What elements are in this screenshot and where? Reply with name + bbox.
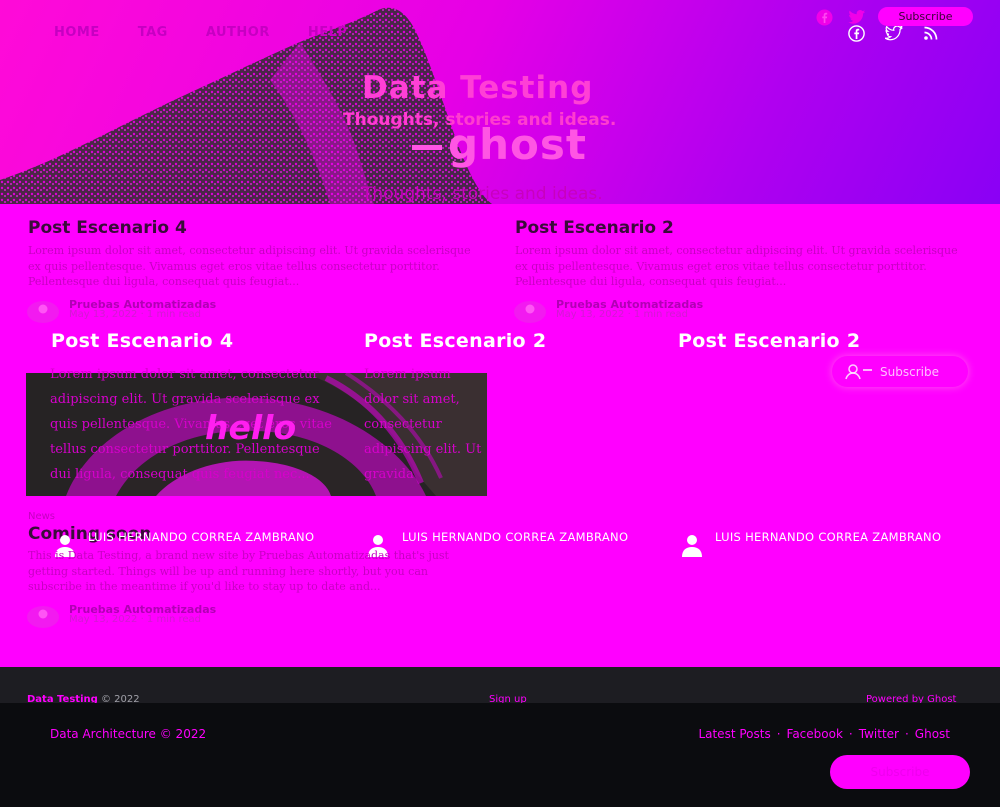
nav-home[interactable]: HOME <box>54 25 100 40</box>
rss-icon[interactable] <box>923 25 939 45</box>
overlay-author[interactable]: LUIS HERNANDO CORREA ZAMBRANO <box>402 530 628 544</box>
overlay-post-excerpt: Lorem ipsum dolor sit amet, consectetur … <box>50 367 332 482</box>
footer-link-latest-posts[interactable]: Latest Posts <box>698 727 770 741</box>
footer-dark-links: Latest Posts · Facebook · Twitter · Ghos… <box>698 727 950 741</box>
separator: · <box>776 727 781 741</box>
separator: · <box>848 727 853 741</box>
hello-text: hello <box>205 408 297 447</box>
user-icon <box>845 364 872 380</box>
site-description-secondary: Thoughts, stories and ideas. <box>362 184 603 204</box>
post-excerpt: Lorem ipsum dolor sit amet, consectetur … <box>515 244 958 288</box>
main-nav: HOME TAG AUTHOR HELP <box>54 25 347 40</box>
author-avatar[interactable] <box>26 298 60 324</box>
post-excerpt: This is Data Testing, a brand new site b… <box>28 549 449 593</box>
overlay-post-title[interactable]: Post Escenario 4 <box>51 330 233 352</box>
twitter-icon[interactable] <box>884 25 903 45</box>
site-header: HOME TAG AUTHOR HELP Subscribe Data Test… <box>0 0 1000 204</box>
author-icon <box>682 535 702 557</box>
subscribe-button-bottom[interactable]: Subscribe <box>830 755 970 789</box>
footer-link-twitter[interactable]: Twitter <box>859 727 899 741</box>
footer-link-facebook[interactable]: Facebook <box>787 727 843 741</box>
separator: · <box>904 727 909 741</box>
subscribe-bottom-label: Subscribe <box>870 765 930 779</box>
facebook-icon[interactable] <box>816 9 833 30</box>
post-meta: May 13, 2022 · 1 min read <box>69 309 202 320</box>
nav-help[interactable]: HELP <box>308 25 348 40</box>
nav-author[interactable]: AUTHOR <box>206 25 270 40</box>
author-avatar[interactable] <box>26 603 60 629</box>
post-meta: May 13, 2022 · 1 min read <box>69 614 202 625</box>
post-excerpt: Lorem ipsum dolor sit amet, consectetur … <box>28 244 471 288</box>
overlay-author[interactable]: LUIS HERNANDO CORREA ZAMBRANO <box>715 530 941 544</box>
overlay-post-title[interactable]: Post Escenario 2 <box>678 330 860 352</box>
ghost-logo: ghost <box>412 120 587 169</box>
footer-link-ghost[interactable]: Ghost <box>915 727 950 741</box>
post-title[interactable]: Post Escenario 4 <box>28 218 187 238</box>
facebook-icon[interactable] <box>848 25 865 46</box>
post-meta: May 13, 2022 · 1 min read <box>556 309 689 320</box>
overlay-author[interactable]: LUIS HERNANDO CORREA ZAMBRANO <box>88 530 314 544</box>
subscribe-floating-label: Subscribe <box>880 365 939 379</box>
nav-tag[interactable]: TAG <box>138 25 168 40</box>
footer-dark-copyright: Data Architecture © 2022 <box>50 727 207 741</box>
author-avatar[interactable] <box>513 298 547 324</box>
overlay-post-excerpt: Lorem ipsum dolor sit amet, consectetur … <box>364 367 482 482</box>
subscribe-button-top[interactable]: Subscribe <box>878 7 973 26</box>
subscribe-floating-button[interactable]: Subscribe <box>832 356 968 387</box>
overlay-post-title[interactable]: Post Escenario 2 <box>364 330 546 352</box>
post-title[interactable]: Post Escenario 2 <box>515 218 674 238</box>
post-tag[interactable]: News <box>28 511 55 522</box>
site-title[interactable]: Data Testing <box>362 70 593 106</box>
